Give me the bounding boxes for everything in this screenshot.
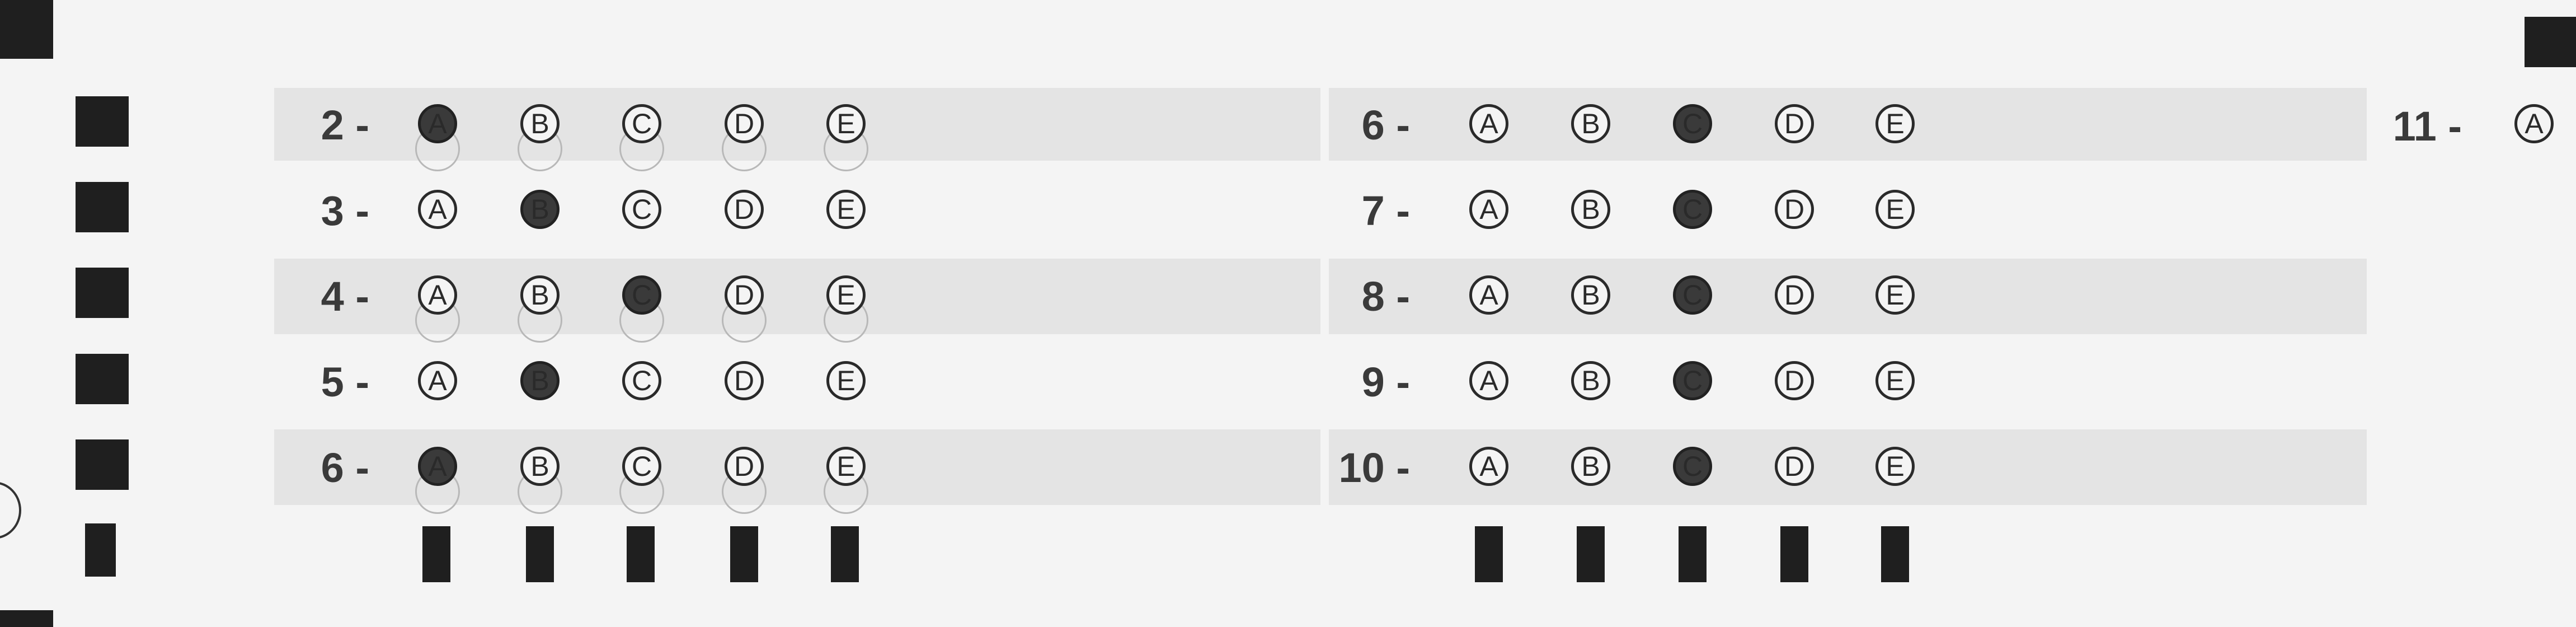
answer-bubble[interactable]: E [1875, 361, 1915, 400]
answer-bubble[interactable]: B [1571, 104, 1610, 143]
answer-bubble[interactable]: D [1775, 361, 1814, 400]
answer-bubble[interactable]: E [1875, 275, 1915, 315]
answer-bubble[interactable]: A [1469, 361, 1508, 400]
answer-bubble[interactable]: A [1469, 190, 1508, 229]
answer-bubble[interactable]: E [1875, 447, 1915, 486]
column-timing-mark [1679, 526, 1707, 582]
answer-bubble[interactable]: A [1469, 275, 1508, 315]
answer-bubble[interactable]: D [1775, 190, 1814, 229]
column-timing-mark [422, 526, 450, 582]
column-timing-mark [730, 526, 758, 582]
answer-bubble-filled[interactable]: C [1673, 361, 1712, 400]
question-number: 9 - [1361, 359, 1410, 405]
question-number: 7 - [1361, 188, 1410, 234]
column-timing-mark [526, 526, 554, 582]
column-timing-mark [627, 526, 655, 582]
question-number: 11 - [2392, 103, 2462, 149]
answer-bubble[interactable]: A [2514, 104, 2554, 143]
column-timing-mark [1475, 526, 1503, 582]
answer-bubble[interactable]: B [1571, 275, 1610, 315]
answer-bubble-filled[interactable]: C [1673, 190, 1712, 229]
question-number: 8 - [1361, 273, 1410, 320]
answer-bubble[interactable]: A [1469, 447, 1508, 486]
column-timing-mark [1577, 526, 1605, 582]
answer-bubble-filled[interactable]: C [1673, 447, 1712, 486]
answer-bubble[interactable]: E [1875, 190, 1915, 229]
answer-bubble[interactable]: B [1571, 361, 1610, 400]
answer-bubble[interactable]: E [1875, 104, 1915, 143]
answer-bubble-filled[interactable]: C [1673, 275, 1712, 315]
column-timing-mark [1780, 526, 1808, 582]
answer-bubble-filled[interactable]: C [1673, 104, 1712, 143]
answer-bubble[interactable]: B [1571, 447, 1610, 486]
answer-bubble[interactable]: D [1775, 447, 1814, 486]
answer-bubble[interactable]: B [1571, 190, 1610, 229]
answer-bubble[interactable]: D [1775, 104, 1814, 143]
answer-bubble[interactable]: D [1775, 275, 1814, 315]
question-number: 10 - [1338, 444, 1410, 491]
column-timing-mark [831, 526, 859, 582]
answer-bubble[interactable]: A [1469, 104, 1508, 143]
question-number: 6 - [1361, 102, 1410, 148]
answer-block-right: 6 - A B C D E 7 - A B C D E 8 - A B C D E 9 - A B C D E 10 - A B C D… [0, 0, 2576, 627]
column-timing-mark [1881, 526, 1909, 582]
